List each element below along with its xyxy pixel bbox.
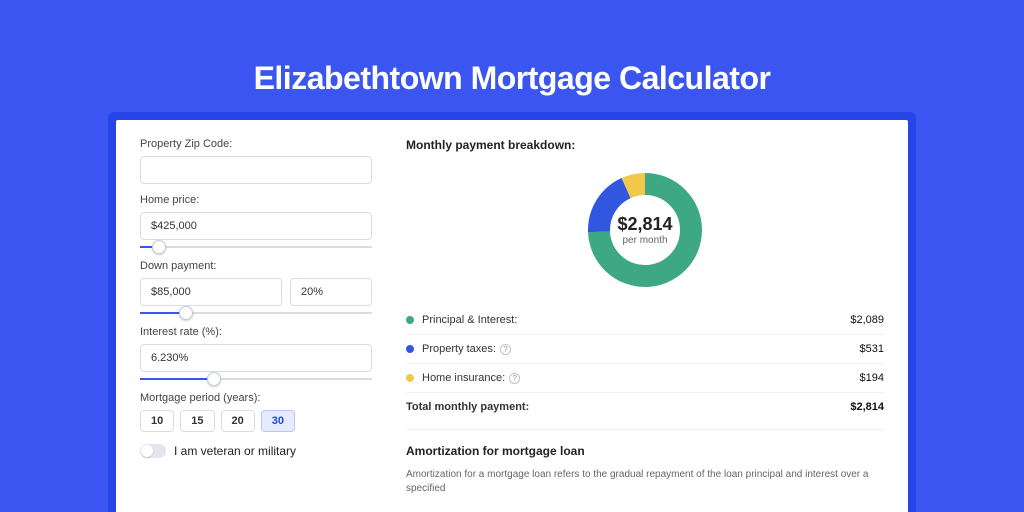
interest-rate-input[interactable] xyxy=(140,344,372,372)
zip-input[interactable] xyxy=(140,156,372,184)
calculator-panel: Property Zip Code: Home price: Down paym… xyxy=(116,120,908,512)
amortization-body: Amortization for a mortgage loan refers … xyxy=(406,468,884,496)
breakdown-heading: Monthly payment breakdown: xyxy=(406,138,884,152)
amortization-heading: Amortization for mortgage loan xyxy=(406,444,884,458)
slider-thumb[interactable] xyxy=(207,372,221,386)
donut-caption: per month xyxy=(622,235,667,246)
home-price-input[interactable] xyxy=(140,212,372,240)
interest-rate-label: Interest rate (%): xyxy=(140,326,372,338)
breakdown-list: Principal & Interest: $2,089 Property ta… xyxy=(406,306,884,419)
down-payment-percent-input[interactable] xyxy=(290,278,372,306)
down-payment-label: Down payment: xyxy=(140,260,372,272)
breakdown-row-taxes: Property taxes: ? $531 xyxy=(406,335,884,364)
veteran-label: I am veteran or military xyxy=(174,444,296,458)
mortgage-period-label: Mortgage period (years): xyxy=(140,392,372,404)
home-price-label: Home price: xyxy=(140,194,372,206)
down-payment-slider[interactable] xyxy=(140,306,372,320)
home-price-slider[interactable] xyxy=(140,240,372,254)
form-column: Property Zip Code: Home price: Down paym… xyxy=(116,120,396,512)
donut-amount: $2,814 xyxy=(617,214,672,235)
slider-thumb[interactable] xyxy=(152,240,166,254)
help-icon[interactable]: ? xyxy=(509,373,520,384)
value-insurance: $194 xyxy=(860,372,884,384)
breakdown-row-insurance: Home insurance: ? $194 xyxy=(406,364,884,393)
page-title: Elizabethtown Mortgage Calculator xyxy=(0,0,1024,97)
breakdown-column: Monthly payment breakdown: $2,814 per mo… xyxy=(396,120,908,512)
legend-dot-blue xyxy=(406,345,414,353)
value-total: $2,814 xyxy=(850,401,884,413)
value-principal: $2,089 xyxy=(850,314,884,326)
period-option-20[interactable]: 20 xyxy=(221,410,255,432)
period-option-10[interactable]: 10 xyxy=(140,410,174,432)
donut-chart: $2,814 per month xyxy=(406,160,884,300)
calculator-stage: Property Zip Code: Home price: Down paym… xyxy=(108,112,916,512)
breakdown-row-total: Total monthly payment: $2,814 xyxy=(406,393,884,419)
value-taxes: $531 xyxy=(860,343,884,355)
amortization-section: Amortization for mortgage loan Amortizat… xyxy=(406,429,884,496)
help-icon[interactable]: ? xyxy=(500,344,511,355)
legend-dot-yellow xyxy=(406,374,414,382)
breakdown-row-principal: Principal & Interest: $2,089 xyxy=(406,306,884,335)
interest-rate-slider[interactable] xyxy=(140,372,372,386)
veteran-toggle[interactable] xyxy=(140,444,166,458)
down-payment-amount-input[interactable] xyxy=(140,278,282,306)
period-option-30[interactable]: 30 xyxy=(261,410,295,432)
slider-thumb[interactable] xyxy=(179,306,193,320)
zip-label: Property Zip Code: xyxy=(140,138,372,150)
legend-dot-green xyxy=(406,316,414,324)
period-option-15[interactable]: 15 xyxy=(180,410,214,432)
mortgage-period-group: 10 15 20 30 xyxy=(140,410,372,432)
